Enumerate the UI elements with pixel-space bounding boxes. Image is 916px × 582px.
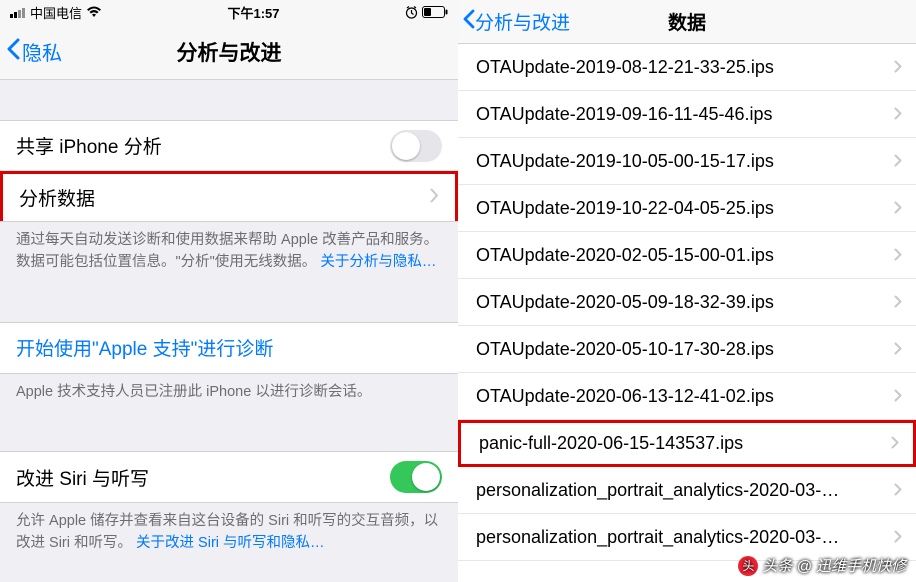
data-file-label: OTAUpdate-2020-06-13-12-41-02.ips bbox=[476, 386, 774, 407]
analytics-data-row[interactable]: 分析数据 bbox=[0, 171, 458, 221]
data-file-row[interactable]: personalization_portrait_analytics-2020-… bbox=[458, 467, 916, 514]
improve-siri-switch[interactable] bbox=[390, 461, 442, 493]
improve-siri-row[interactable]: 改进 Siri 与听写 bbox=[0, 452, 458, 502]
data-file-label: personalization_portrait_analytics-2020-… bbox=[476, 527, 839, 548]
data-file-label: OTAUpdate-2019-08-12-21-33-25.ips bbox=[476, 57, 774, 78]
chevron-right-icon bbox=[894, 386, 902, 407]
siri-footer: 允许 Apple 储存并查看来自这台设备的 Siri 和听写的交互音频，以改进 … bbox=[0, 503, 458, 569]
chevron-left-icon bbox=[462, 9, 475, 35]
signal-icon bbox=[10, 7, 26, 18]
data-file-row[interactable]: OTAUpdate-2019-10-05-00-15-17.ips bbox=[458, 138, 916, 185]
chevron-right-icon bbox=[894, 527, 902, 548]
data-file-label: OTAUpdate-2019-09-16-11-45-46.ips bbox=[476, 104, 773, 125]
chevron-left-icon bbox=[6, 38, 20, 66]
data-file-label: personalization_portrait_analytics-2020-… bbox=[476, 480, 839, 501]
data-list: OTAUpdate-2019-08-12-21-33-25.ips OTAUpda… bbox=[458, 44, 916, 561]
nav-bar: 隐私 分析与改进 bbox=[0, 24, 458, 80]
watermark: 头 头条 @ 迅维手机快修 bbox=[738, 555, 906, 576]
alarm-icon bbox=[405, 6, 418, 19]
carrier-label: 中国电信 bbox=[30, 3, 82, 22]
chevron-right-icon bbox=[894, 480, 902, 501]
watermark-text: 头条 @ 迅维手机快修 bbox=[762, 555, 906, 576]
data-back-label: 分析与改进 bbox=[475, 8, 570, 35]
data-file-label: panic-full-2020-06-15-143537.ips bbox=[479, 433, 743, 454]
back-label: 隐私 bbox=[22, 37, 62, 66]
back-button[interactable]: 隐私 bbox=[6, 37, 62, 66]
chevron-right-icon bbox=[894, 151, 902, 172]
chevron-right-icon bbox=[894, 245, 902, 266]
diagnostics-label: 开始使用"Apple 支持"进行诊断 bbox=[16, 334, 273, 361]
data-file-row[interactable]: OTAUpdate-2019-08-12-21-33-25.ips bbox=[458, 44, 916, 91]
data-page-title: 数据 bbox=[668, 8, 706, 35]
chevron-right-icon bbox=[891, 433, 899, 454]
battery-icon bbox=[422, 6, 448, 18]
data-file-row[interactable]: personalization_portrait_analytics-2020-… bbox=[458, 514, 916, 561]
improve-siri-label: 改进 Siri 与听写 bbox=[16, 464, 149, 491]
data-file-label: OTAUpdate-2020-02-05-15-00-01.ips bbox=[476, 245, 774, 266]
share-analytics-switch[interactable] bbox=[390, 130, 442, 162]
share-analytics-label: 共享 iPhone 分析 bbox=[16, 132, 162, 159]
diagnostics-footer-text: Apple 技术支持人员已注册此 iPhone 以进行诊断会话。 bbox=[16, 384, 371, 400]
data-file-label: OTAUpdate-2020-05-09-18-32-39.ips bbox=[476, 292, 774, 313]
chevron-right-icon bbox=[894, 198, 902, 219]
status-bar: 中国电信 下午1:57 bbox=[0, 0, 458, 24]
data-file-label: OTAUpdate-2020-05-10-17-30-28.ips bbox=[476, 339, 774, 360]
data-file-row[interactable]: panic-full-2020-06-15-143537.ips bbox=[458, 420, 916, 467]
chevron-right-icon bbox=[894, 104, 902, 125]
data-file-row[interactable]: OTAUpdate-2020-05-10-17-30-28.ips bbox=[458, 326, 916, 373]
data-file-row[interactable]: OTAUpdate-2019-10-22-04-05-25.ips bbox=[458, 185, 916, 232]
data-nav-bar: 分析与改进 数据 bbox=[458, 0, 916, 44]
data-file-row[interactable]: OTAUpdate-2019-09-16-11-45-46.ips bbox=[458, 91, 916, 138]
analytics-footer: 通过每天自动发送诊断和使用数据来帮助 Apple 改善产品和服务。数据可能包括位… bbox=[0, 222, 458, 288]
share-analytics-row[interactable]: 共享 iPhone 分析 bbox=[0, 121, 458, 171]
watermark-logo-icon: 头 bbox=[738, 556, 758, 576]
analytics-data-label: 分析数据 bbox=[19, 184, 95, 211]
chevron-right-icon bbox=[894, 339, 902, 360]
about-analytics-link[interactable]: 关于分析与隐私… bbox=[320, 254, 436, 270]
data-back-button[interactable]: 分析与改进 bbox=[462, 8, 570, 35]
chevron-right-icon bbox=[894, 57, 902, 78]
data-file-label: OTAUpdate-2019-10-05-00-15-17.ips bbox=[476, 151, 774, 172]
chevron-right-icon bbox=[894, 292, 902, 313]
data-file-row[interactable]: OTAUpdate-2020-02-05-15-00-01.ips bbox=[458, 232, 916, 279]
data-file-label: OTAUpdate-2019-10-22-04-05-25.ips bbox=[476, 198, 774, 219]
data-file-row[interactable]: OTAUpdate-2020-06-13-12-41-02.ips bbox=[458, 373, 916, 420]
diagnostics-footer: Apple 技术支持人员已注册此 iPhone 以进行诊断会话。 bbox=[0, 374, 458, 418]
data-file-row[interactable]: OTAUpdate-2020-05-09-18-32-39.ips bbox=[458, 279, 916, 326]
about-siri-link[interactable]: 关于改进 Siri 与听写和隐私… bbox=[136, 535, 325, 551]
page-title: 分析与改进 bbox=[177, 37, 282, 67]
chevron-right-icon bbox=[430, 187, 439, 209]
wifi-icon bbox=[86, 6, 102, 18]
status-time: 下午1:57 bbox=[227, 3, 279, 22]
diagnostics-row[interactable]: 开始使用"Apple 支持"进行诊断 bbox=[0, 323, 458, 373]
